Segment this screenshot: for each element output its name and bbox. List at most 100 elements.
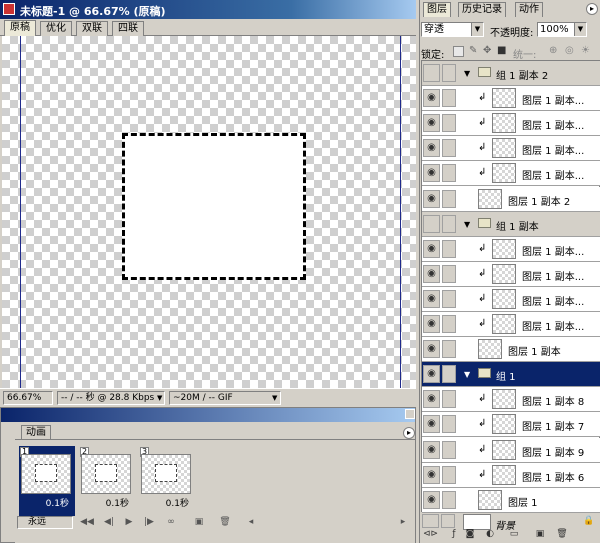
scroll-right-icon[interactable]: ▸ <box>395 516 411 529</box>
link-toggle[interactable] <box>442 340 456 358</box>
layer-row[interactable]: ◉ ↲ 图层 1 副本... <box>422 136 600 161</box>
scroll-left-icon[interactable]: ◂ <box>243 516 259 529</box>
lock-transparent-icon[interactable] <box>453 46 464 57</box>
palette-menu-icon[interactable]: ▸ <box>586 3 598 15</box>
layer-row[interactable]: ◉ ↲ 图层 1 副本... <box>422 262 600 287</box>
eye-toggle[interactable] <box>422 514 439 528</box>
next-frame-icon[interactable]: |▶ <box>141 516 157 529</box>
new-frame-icon[interactable]: ▣ <box>191 516 207 529</box>
trash-icon[interactable]: 🗑 <box>555 527 569 541</box>
link-toggle[interactable] <box>441 514 455 528</box>
eye-toggle[interactable] <box>423 64 440 82</box>
blend-mode-select[interactable]: 穿透 ▼ <box>421 22 484 37</box>
opacity-field[interactable]: 100% ▼ <box>537 22 587 37</box>
expand-triangle-icon[interactable]: ▼ <box>464 220 470 229</box>
tween-icon[interactable]: ∞ <box>163 516 179 529</box>
document-title-bar[interactable]: 未标题-1 @ 66.67% (原稿) <box>0 0 416 19</box>
eye-icon[interactable]: ◉ <box>423 315 440 333</box>
eye-icon[interactable]: ◉ <box>423 139 440 157</box>
chevron-down-icon[interactable]: ▼ <box>272 394 277 402</box>
link-toggle[interactable] <box>442 164 456 182</box>
eye-icon[interactable]: ◉ <box>423 265 440 283</box>
eye-icon[interactable]: ◉ <box>423 340 440 358</box>
adjustment-layer-icon[interactable]: ◐ <box>483 527 497 541</box>
lock-all-icon[interactable]: ■ <box>497 45 506 56</box>
layer-row[interactable]: ◉ ↲ 图层 1 副本... <box>422 287 600 312</box>
link-toggle[interactable] <box>442 265 456 283</box>
link-toggle[interactable] <box>442 491 456 509</box>
layer-row[interactable]: ◉ ↲ 图层 1 副本... <box>422 312 600 337</box>
layer-row[interactable]: ◉ ↲ 图层 1 副本 6 <box>422 463 600 488</box>
layer-row[interactable]: ◉ ↲ 图层 1 副本... <box>422 111 600 136</box>
tab-2-up[interactable]: 双联 <box>76 21 108 36</box>
eye-icon[interactable]: ◉ <box>423 89 440 107</box>
link-layers-icon[interactable]: ⊲⊳ <box>423 527 438 541</box>
eye-icon[interactable]: ◉ <box>423 491 440 509</box>
tab-optimized[interactable]: 优化 <box>40 21 72 36</box>
tab-history[interactable]: 历史记录 <box>458 2 506 17</box>
unify-style-icon[interactable]: ☀ <box>581 45 590 56</box>
eye-icon[interactable]: ◉ <box>423 190 440 208</box>
eye-icon[interactable]: ◉ <box>423 466 440 484</box>
palette-menu-icon[interactable]: ▸ <box>403 427 415 439</box>
layer-row[interactable]: ◉ ↲ 图层 1 副本... <box>422 237 600 262</box>
unify-position-icon[interactable]: ⊕ <box>549 45 557 56</box>
unify-visibility-icon[interactable]: ◎ <box>565 45 574 56</box>
new-group-icon[interactable]: ▭ <box>507 527 521 541</box>
close-icon[interactable] <box>405 409 415 419</box>
eye-icon[interactable]: ◉ <box>423 415 440 433</box>
link-toggle[interactable] <box>442 139 456 157</box>
link-toggle[interactable] <box>442 215 456 233</box>
layer-group-row[interactable]: ▼ 组 1 副本 2 <box>422 61 600 86</box>
link-toggle[interactable] <box>442 190 456 208</box>
eye-icon[interactable]: ◉ <box>423 365 440 383</box>
prev-frame-icon[interactable]: ◀| <box>101 516 117 529</box>
eye-icon[interactable]: ◉ <box>423 114 440 132</box>
frame-2[interactable]: 2 0.1秒 <box>79 446 135 516</box>
play-icon[interactable]: ▶ <box>121 516 137 529</box>
frame-3[interactable]: 3 0.1秒 <box>139 446 195 516</box>
layer-row[interactable]: ◉ ↲ 图层 1 副本 9 <box>422 438 600 463</box>
layer-row[interactable]: ◉ 图层 1 副本 <box>422 337 600 362</box>
frame-delay[interactable]: 0.1秒 <box>79 498 135 510</box>
lock-move-icon[interactable]: ✥ <box>483 45 491 56</box>
link-toggle[interactable] <box>442 64 456 82</box>
expand-triangle-icon[interactable]: ▼ <box>464 69 470 78</box>
lock-brush-icon[interactable]: ✎ <box>469 45 477 56</box>
frame-delay[interactable]: 0.1秒 <box>19 498 75 510</box>
layer-row[interactable]: ◉ 图层 1 副本 2 <box>422 187 600 212</box>
link-toggle[interactable] <box>442 466 456 484</box>
chevron-down-icon[interactable]: ▼ <box>157 394 162 402</box>
dashed-rectangle-shape[interactable] <box>122 133 306 280</box>
eye-icon[interactable]: ◉ <box>423 290 440 308</box>
add-mask-icon[interactable]: ◙ <box>463 527 477 541</box>
layer-group-row[interactable]: ◉ ▼ 组 1 <box>422 362 600 387</box>
link-toggle[interactable] <box>442 415 456 433</box>
link-toggle[interactable] <box>442 114 456 132</box>
first-frame-icon[interactable]: ◀◀ <box>79 516 95 529</box>
tab-4-up[interactable]: 四联 <box>112 21 144 36</box>
link-toggle[interactable] <box>442 441 456 459</box>
eye-icon[interactable]: ◉ <box>423 390 440 408</box>
eye-toggle[interactable] <box>423 215 440 233</box>
new-layer-icon[interactable]: ▣ <box>533 527 547 541</box>
tab-animation[interactable]: 动画 <box>21 425 51 440</box>
link-toggle[interactable] <box>442 315 456 333</box>
layer-row[interactable]: ◉ 图层 1 <box>422 488 600 513</box>
link-toggle[interactable] <box>442 89 456 107</box>
link-toggle[interactable] <box>442 365 456 383</box>
layer-group-row[interactable]: ▼ 组 1 副本 <box>422 212 600 237</box>
download-time-field[interactable]: -- / -- 秒 @ 28.8 Kbps <box>57 391 165 405</box>
layer-row[interactable]: ◉ ↲ 图层 1 副本... <box>422 161 600 186</box>
animation-title-bar[interactable] <box>1 408 415 422</box>
expand-triangle-icon[interactable]: ▼ <box>464 370 470 379</box>
link-toggle[interactable] <box>442 240 456 258</box>
trash-icon[interactable]: 🗑 <box>217 516 233 529</box>
frame-1[interactable]: 1 0.1秒 <box>19 446 75 516</box>
tab-original[interactable]: 原稿 <box>4 20 36 37</box>
layer-row[interactable]: ◉ ↲ 图层 1 副本... <box>422 86 600 111</box>
link-toggle[interactable] <box>442 390 456 408</box>
loop-select[interactable]: 永远 <box>17 516 73 529</box>
eye-icon[interactable]: ◉ <box>423 240 440 258</box>
layer-row[interactable]: ◉ ↲ 图层 1 副本 8 <box>422 387 600 412</box>
